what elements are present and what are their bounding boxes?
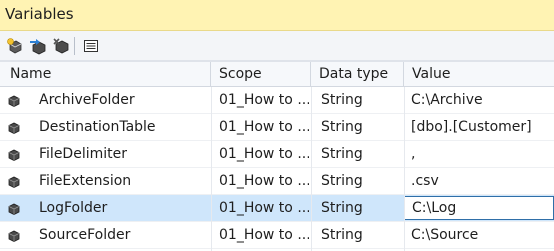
table-row[interactable]: FileDelimiter 01_How to ... String , bbox=[0, 141, 554, 168]
variable-icon bbox=[8, 95, 20, 107]
delete-variable-icon[interactable] bbox=[52, 37, 70, 55]
variables-toolbar bbox=[0, 31, 554, 61]
variable-datatype[interactable]: String bbox=[321, 141, 401, 168]
variable-value[interactable]: , bbox=[411, 141, 551, 168]
variable-scope: 01_How to ... bbox=[219, 173, 309, 189]
column-divider bbox=[211, 87, 212, 251]
column-divider bbox=[404, 87, 405, 251]
variables-window: Variables Name Scope Data type Value Arc… bbox=[0, 0, 554, 251]
variable-scope: 01_How to ... bbox=[219, 200, 309, 216]
variable-icon bbox=[8, 176, 20, 188]
window-title: Variables bbox=[5, 5, 74, 23]
variable-datatype[interactable]: String bbox=[321, 195, 401, 222]
variable-value[interactable]: C:\Log bbox=[412, 197, 456, 219]
table-row-selected[interactable]: LogFolder 01_How to ... String C:\Log bbox=[0, 195, 554, 222]
variable-scope: 01_How to ... bbox=[219, 92, 309, 108]
variable-value[interactable]: .csv bbox=[411, 168, 551, 195]
variables-grid: Name Scope Data type Value ArchiveFolder… bbox=[0, 61, 554, 251]
variable-icon bbox=[8, 122, 20, 134]
variable-name: SourceFolder bbox=[39, 227, 131, 243]
variable-icon bbox=[8, 149, 20, 161]
variable-name: LogFolder bbox=[39, 200, 108, 216]
column-divider bbox=[311, 87, 312, 251]
variable-scope: 01_How to ... bbox=[219, 227, 309, 243]
column-header-scope[interactable]: Scope bbox=[211, 62, 311, 87]
table-row[interactable]: FileExtension 01_How to ... String .csv bbox=[0, 168, 554, 195]
variable-datatype[interactable]: String bbox=[321, 222, 401, 249]
variable-icon bbox=[8, 230, 20, 242]
variable-scope: 01_How to ... bbox=[219, 119, 309, 135]
column-header-name[interactable]: Name bbox=[0, 62, 211, 87]
column-header-datatype[interactable]: Data type bbox=[311, 62, 404, 87]
toolbar-separator bbox=[74, 37, 75, 55]
variable-datatype[interactable]: String bbox=[321, 168, 401, 195]
variable-datatype[interactable]: String bbox=[321, 87, 401, 114]
variable-value[interactable]: [dbo].[Customer] bbox=[411, 114, 551, 141]
move-variable-icon[interactable] bbox=[29, 37, 47, 55]
variable-value-editor[interactable]: C:\Log bbox=[404, 196, 554, 220]
window-titlebar[interactable]: Variables bbox=[0, 0, 554, 31]
grid-header: Name Scope Data type Value bbox=[0, 61, 554, 87]
table-row[interactable]: DestinationTable 01_How to ... String [d… bbox=[0, 114, 554, 141]
variable-value[interactable]: C:\Source bbox=[411, 222, 551, 249]
column-header-value[interactable]: Value bbox=[404, 62, 554, 87]
table-row[interactable]: SourceFolder 01_How to ... String C:\Sou… bbox=[0, 222, 554, 249]
variable-datatype[interactable]: String bbox=[321, 114, 401, 141]
add-variable-icon[interactable] bbox=[6, 37, 24, 55]
variable-icon bbox=[8, 203, 20, 215]
variable-name: DestinationTable bbox=[39, 119, 156, 135]
variable-name: FileExtension bbox=[39, 173, 132, 189]
variable-name: ArchiveFolder bbox=[39, 92, 135, 108]
grid-options-icon[interactable] bbox=[82, 37, 100, 55]
variable-name: FileDelimiter bbox=[39, 146, 127, 162]
table-row[interactable]: ArchiveFolder 01_How to ... String C:\Ar… bbox=[0, 87, 554, 114]
variable-scope: 01_How to ... bbox=[219, 146, 309, 162]
variable-value[interactable]: C:\Archive bbox=[411, 87, 551, 114]
